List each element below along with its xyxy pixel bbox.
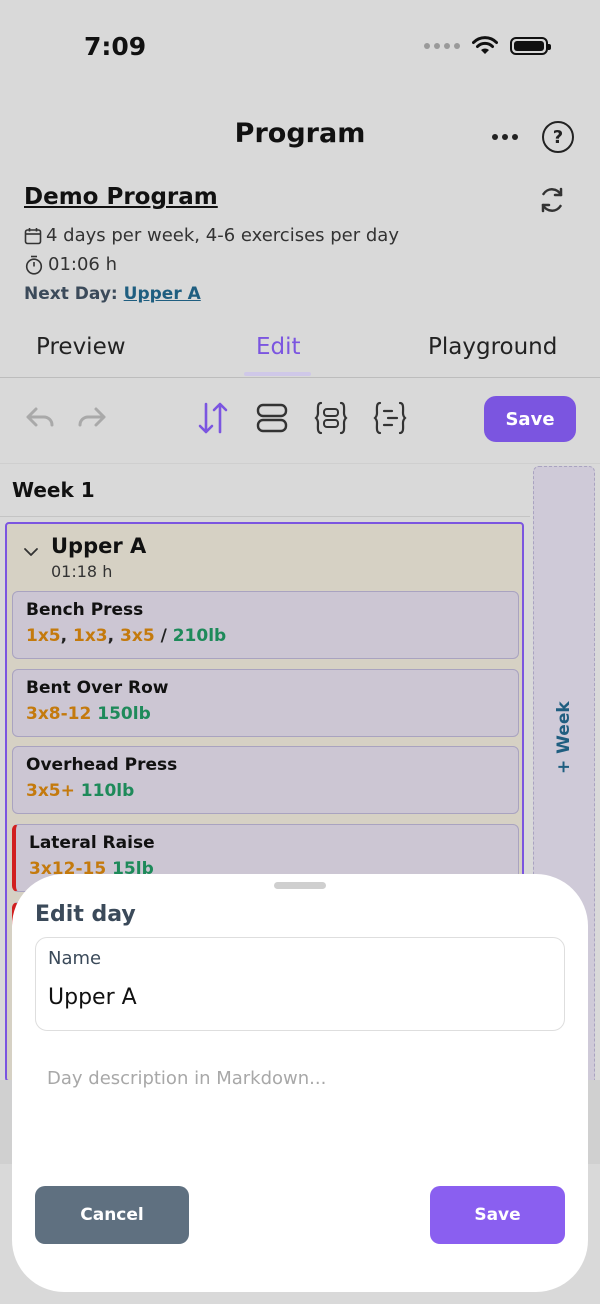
day-name: Upper A: [51, 534, 147, 558]
set-scheme: 1x5: [26, 626, 61, 646]
exercise-name: Overhead Press: [26, 755, 178, 775]
set-scheme: 3x8-12: [26, 704, 92, 724]
exercise-sets: 3x5+ 110lb: [26, 781, 134, 801]
reorder-icon[interactable]: [195, 400, 231, 436]
help-icon[interactable]: ?: [542, 121, 574, 153]
undo-icon[interactable]: [22, 400, 58, 436]
calendar-icon: [24, 227, 42, 244]
divider: [0, 516, 530, 517]
exercise-name: Bench Press: [26, 600, 144, 620]
duration-row: 01:06 h: [24, 254, 117, 275]
exercise-sets: 3x8-12 150lb: [26, 704, 151, 724]
status-bar: 7:09: [0, 0, 600, 96]
week-title: Week 1: [12, 478, 95, 502]
separator: ,: [107, 626, 121, 646]
exercise-card[interactable]: Bent Over Row 3x8-12 150lb: [12, 669, 519, 737]
save-button[interactable]: Save: [484, 396, 576, 442]
cancel-button[interactable]: Cancel: [35, 1186, 189, 1244]
exercise-weight: 210lb: [172, 626, 227, 646]
next-day-link[interactable]: Upper A: [124, 284, 201, 304]
set-scheme: 1x3: [73, 626, 108, 646]
exercise-name: Bent Over Row: [26, 678, 169, 698]
duration-text: 01:06 h: [48, 254, 118, 275]
separator: ,: [60, 626, 74, 646]
status-icons: [424, 36, 551, 56]
exercise-card[interactable]: Bench Press 1x5, 1x3, 3x5 / 210lb: [12, 591, 519, 659]
tab-edit[interactable]: Edit: [256, 334, 301, 360]
name-field-label: Name: [48, 948, 102, 969]
day-name-input[interactable]: Upper A: [48, 985, 137, 1010]
exercise-weight: 110lb: [80, 781, 135, 801]
sync-icon[interactable]: [536, 184, 568, 216]
tab-playground[interactable]: Playground: [428, 334, 557, 360]
edit-day-sheet: Edit day Name Upper A Day description in…: [12, 874, 588, 1292]
active-tab-indicator: [244, 372, 311, 376]
schedule-text: 4 days per week, 4-6 exercises per day: [46, 225, 399, 246]
code-blocks-icon[interactable]: [313, 400, 349, 436]
chevron-down-icon[interactable]: [23, 544, 39, 560]
blocks-icon[interactable]: [254, 400, 290, 436]
add-week-label[interactable]: + Week: [554, 701, 574, 774]
wifi-icon: [472, 36, 498, 54]
schedule-row: 4 days per week, 4-6 exercises per day: [24, 225, 399, 246]
day-duration: 01:18 h: [51, 562, 113, 581]
exercise-weight: 150lb: [97, 704, 151, 724]
day-description-input[interactable]: Day description in Markdown...: [47, 1068, 326, 1089]
tab-bar: Preview Edit Playground: [0, 330, 600, 378]
separator: /: [154, 626, 173, 646]
redo-icon[interactable]: [74, 400, 110, 436]
tab-preview[interactable]: Preview: [36, 334, 126, 360]
day-name-field[interactable]: Name Upper A: [35, 937, 565, 1031]
exercise-name: Lateral Raise: [29, 833, 155, 853]
next-day-label: Next Day:: [24, 284, 118, 304]
cellular-icon: [424, 43, 460, 49]
exercise-sets: 1x5, 1x3, 3x5 / 210lb: [26, 626, 226, 646]
more-options-icon[interactable]: [490, 122, 520, 152]
exercise-card[interactable]: Overhead Press 3x5+ 110lb: [12, 746, 519, 814]
set-scheme: 3x5: [120, 626, 155, 646]
battery-icon: [510, 37, 551, 55]
status-time: 7:09: [84, 32, 147, 61]
sheet-save-button[interactable]: Save: [430, 1186, 565, 1244]
code-text-icon[interactable]: [372, 400, 408, 436]
next-day: Next Day: Upper A: [24, 284, 201, 304]
program-name-link[interactable]: Demo Program: [24, 184, 218, 210]
editor-toolbar: Save: [0, 378, 600, 464]
stopwatch-icon: [25, 255, 43, 275]
sheet-drag-handle[interactable]: [274, 882, 326, 889]
sheet-title: Edit day: [35, 902, 136, 927]
set-scheme: 3x5+: [26, 781, 75, 801]
